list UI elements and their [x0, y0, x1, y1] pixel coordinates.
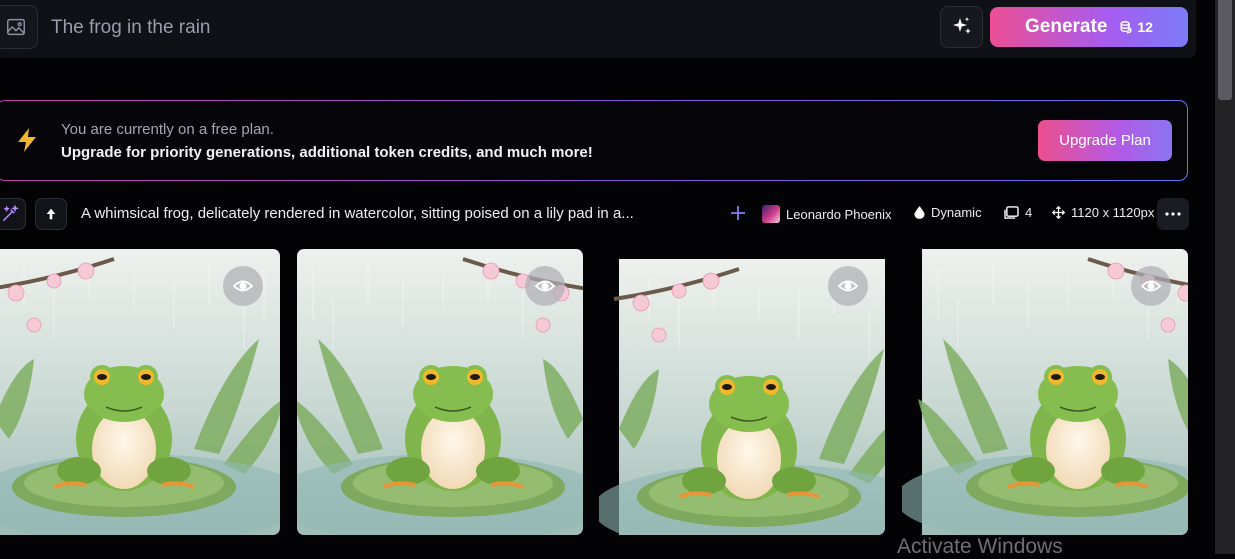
prompt-bar: Generate 12	[0, 0, 1196, 58]
generation-header: A whimsical frog, delicately rendered in…	[0, 196, 1196, 232]
prompt-enhance-button[interactable]	[940, 6, 983, 48]
page-scrollbar[interactable]	[1215, 0, 1235, 554]
move-arrows-icon	[1052, 206, 1065, 219]
model-thumbnail	[762, 205, 780, 223]
images-icon	[1004, 206, 1019, 219]
image-count-info: 4	[1004, 205, 1032, 220]
model-info: Leonardo Phoenix	[762, 205, 892, 223]
lightning-bolt-icon	[18, 128, 36, 152]
image-upload-button[interactable]	[0, 5, 38, 49]
eye-icon	[535, 280, 555, 292]
droplet-icon	[914, 206, 925, 219]
eye-icon	[838, 280, 858, 292]
free-plan-notice: You are currently on a free plan.	[61, 121, 274, 138]
image-dimensions: 1120 x 1120px	[1071, 205, 1155, 220]
credit-count: 12	[1119, 19, 1153, 35]
dimensions-info: 1120 x 1120px	[1052, 205, 1154, 220]
view-image-button[interactable]	[223, 266, 263, 306]
credit-value: 12	[1137, 19, 1153, 35]
style-info: Dynamic	[914, 205, 982, 220]
activate-windows-watermark: Activate Windows	[897, 535, 1063, 558]
more-options-button[interactable]	[1157, 198, 1189, 230]
generate-label: Generate	[1025, 16, 1108, 37]
eye-icon	[233, 280, 253, 292]
image-icon	[7, 18, 25, 36]
model-name: Leonardo Phoenix	[786, 206, 892, 222]
generation-prompt-text[interactable]: A whimsical frog, delicately rendered in…	[81, 205, 634, 222]
arrow-up-icon	[46, 208, 56, 220]
image-count: 4	[1025, 205, 1033, 220]
prompt-input[interactable]	[49, 14, 909, 42]
view-image-button[interactable]	[828, 266, 868, 306]
upgrade-banner-body: You are currently on a free plan. Upgrad…	[0, 101, 1187, 180]
scrollbar-thumb[interactable]	[1218, 0, 1232, 100]
generate-button[interactable]: Generate 12	[990, 7, 1188, 47]
style-name: Dynamic	[931, 205, 982, 220]
coins-icon	[1120, 21, 1132, 34]
view-image-button[interactable]	[525, 266, 565, 306]
upgrade-benefits-text: Upgrade for priority generations, additi…	[61, 144, 593, 161]
plus-icon[interactable]	[730, 205, 746, 221]
more-horizontal-icon	[1165, 212, 1181, 216]
generated-image-4[interactable]	[902, 249, 1188, 535]
upscale-button[interactable]	[35, 198, 67, 230]
view-image-button[interactable]	[1131, 266, 1171, 306]
reuse-prompt-button[interactable]	[0, 198, 26, 230]
generated-image-3[interactable]	[599, 249, 885, 535]
magic-wand-icon	[2, 204, 19, 222]
upgrade-banner: You are currently on a free plan. Upgrad…	[0, 100, 1188, 181]
eye-icon	[1141, 280, 1161, 292]
upgrade-plan-button[interactable]: Upgrade Plan	[1038, 120, 1172, 161]
generated-image-1[interactable]	[0, 249, 280, 535]
generated-image-2[interactable]	[297, 249, 583, 535]
sparkle-icon	[952, 17, 971, 34]
